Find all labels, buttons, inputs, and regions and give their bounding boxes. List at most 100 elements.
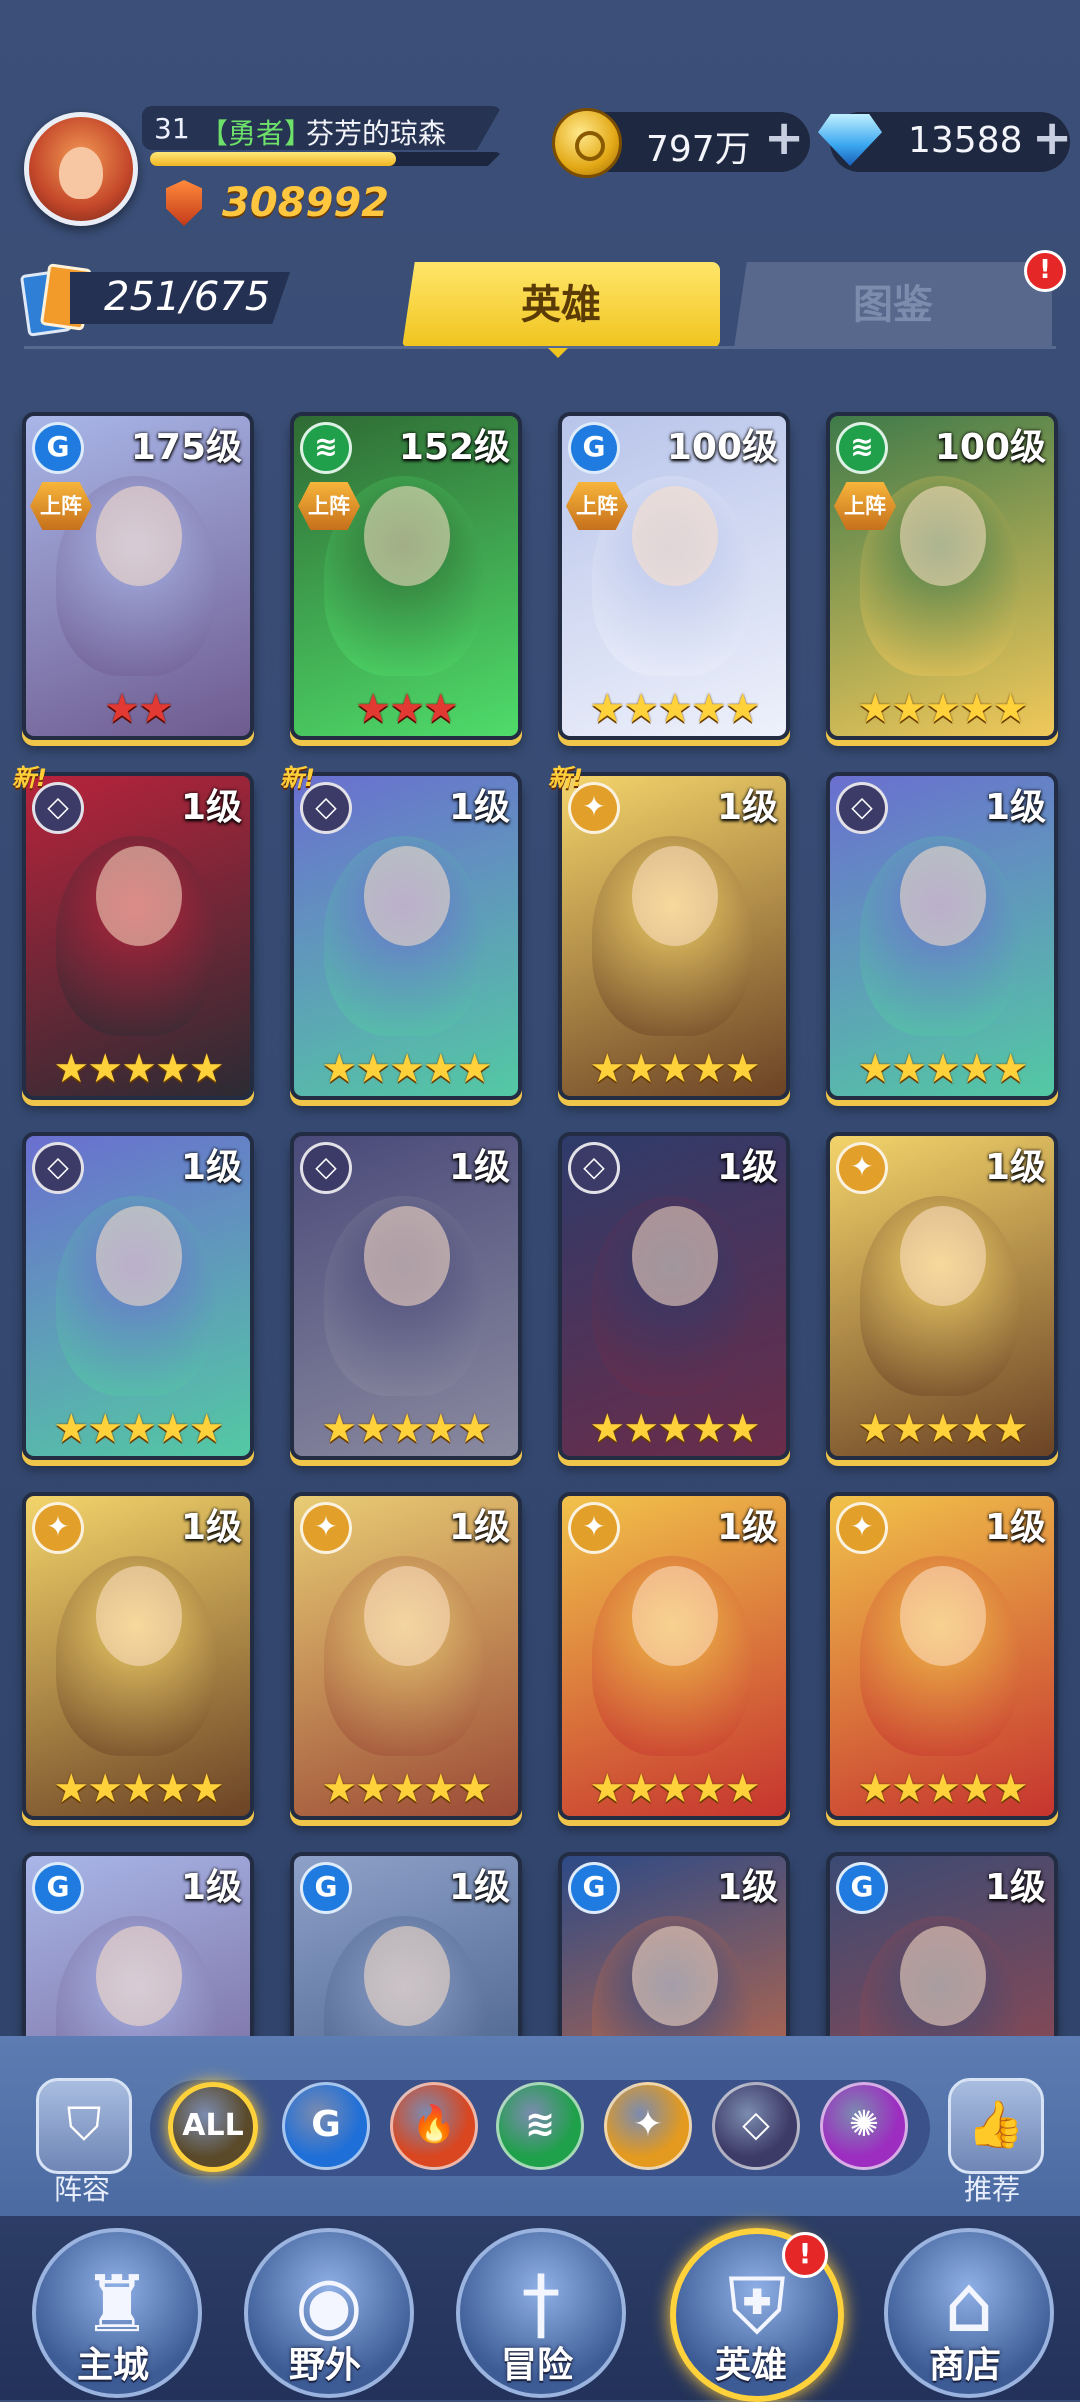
add-gems-button[interactable]: +	[1032, 114, 1072, 162]
tab-heroes[interactable]: 英雄	[402, 262, 720, 348]
hero-card[interactable]: ✦ 1级 ★★★★★	[826, 1132, 1058, 1460]
hero-card[interactable]: G 175级 上阵 ★★	[22, 412, 254, 740]
hero-card[interactable]: G 1级	[290, 1852, 522, 2036]
hero-card[interactable]: ≋ 152级 上阵 ★★★	[290, 412, 522, 740]
hero-card[interactable]: ◇ 1级 ★★★★★	[22, 772, 254, 1100]
hero-card[interactable]: ✦ 1级 ★★★★★	[558, 772, 790, 1100]
hero-card[interactable]: ◇ 1级 ★★★★★	[290, 1132, 522, 1460]
nav-label: 主城	[76, 2345, 149, 2386]
hero-face	[900, 486, 986, 586]
hero-level: 1级	[180, 787, 242, 828]
filter-wind-button[interactable]: ≋	[496, 2082, 584, 2170]
water-faction-icon: G	[568, 422, 620, 474]
hero-stars: ★★★★★	[857, 1766, 1028, 1812]
tab-codex[interactable]: 图鉴	[734, 262, 1052, 348]
dark-faction-icon: ◇	[568, 1142, 620, 1194]
hero-stars: ★★★★★	[589, 1046, 760, 1092]
hero-level: 1级	[448, 1867, 510, 1908]
add-gold-button[interactable]: +	[764, 114, 804, 162]
light-faction-icon: ✦	[300, 1502, 352, 1554]
hero-stars: ★★★★★	[589, 1766, 760, 1812]
player-name: 芬芳的琼森	[306, 117, 447, 150]
lineup-button[interactable]: ⛉	[36, 2078, 132, 2174]
player-avatar[interactable]	[24, 112, 138, 226]
player-level: 31	[154, 112, 190, 145]
hero-stars: ★★★★★	[589, 1406, 760, 1452]
recommend-button[interactable]: 👍	[948, 2078, 1044, 2174]
hero-card[interactable]: ◇ 1级 ★★★★★	[290, 772, 522, 1100]
light-faction-icon: ✦	[32, 1502, 84, 1554]
water-faction-icon: G	[300, 1862, 352, 1914]
hero-face	[364, 846, 450, 946]
gem-value: 13588	[908, 120, 1023, 161]
hero-card[interactable]: ◇ 1级 ★★★★★	[22, 1132, 254, 1460]
hero-face	[364, 1206, 450, 1306]
hero-face	[632, 486, 718, 586]
dark-faction-icon: ◇	[32, 1142, 84, 1194]
xp-bar-fill	[150, 152, 397, 166]
hero-card[interactable]: ✦ 1级 ★★★★★	[826, 1492, 1058, 1820]
avatar-face	[59, 147, 103, 199]
hero-level: 1级	[716, 1507, 778, 1548]
hero-card[interactable]: G 1级	[22, 1852, 254, 2036]
hero-card[interactable]: G 100级 上阵 ★★★★★	[558, 412, 790, 740]
hero-stars: ★★★★★	[321, 1766, 492, 1812]
hero-level: 1级	[448, 1507, 510, 1548]
hero-stars: ★★★★★	[857, 686, 1028, 732]
hero-stars: ★★★★★	[589, 686, 760, 732]
hero-card[interactable]: G 1级	[558, 1852, 790, 2036]
combat-power-value: 308992	[222, 180, 389, 226]
hero-card[interactable]: ✦ 1级 ★★★★★	[22, 1492, 254, 1820]
hero-stars: ★★★★★	[321, 1046, 492, 1092]
water-faction-icon: G	[32, 1862, 84, 1914]
water-faction-icon: G	[568, 1862, 620, 1914]
hero-level: 1级	[984, 1147, 1046, 1188]
thumbs-up-icon: 👍	[967, 2097, 1025, 2151]
deployed-badge: 上阵	[298, 482, 360, 530]
hero-face	[96, 846, 182, 946]
hero-face	[96, 1926, 182, 2026]
hero-level: 1级	[180, 1147, 242, 1188]
hero-card[interactable]: ◇ 1级 ★★★★★	[826, 772, 1058, 1100]
hero-stars: ★★★★★	[857, 1406, 1028, 1452]
hero-level: 1级	[180, 1867, 242, 1908]
hero-face	[364, 1566, 450, 1666]
hero-face	[632, 1926, 718, 2026]
codex-alert-badge: !	[1024, 250, 1066, 292]
filter-dark-button[interactable]: ◇	[712, 2082, 800, 2170]
filter-light-button[interactable]: ✦	[604, 2082, 692, 2170]
hero-card[interactable]: G 1级	[826, 1852, 1058, 2036]
player-title: 【勇者】	[200, 117, 313, 150]
hero-level: 1级	[716, 1147, 778, 1188]
hero-stars: ★★★★★	[53, 1766, 224, 1812]
hero-card[interactable]: ✦ 1级 ★★★★★	[558, 1492, 790, 1820]
new-hero-tag: 新!	[280, 764, 315, 792]
filter-all-button[interactable]: ALL	[168, 2082, 258, 2172]
hero-card[interactable]: ✦ 1级 ★★★★★	[290, 1492, 522, 1820]
hero-stars: ★★★	[355, 686, 459, 732]
light-faction-icon: ✦	[568, 1502, 620, 1554]
nav-label: 野外	[288, 2345, 361, 2386]
nav-label: 商店	[928, 2345, 1001, 2386]
wind-faction-icon: ≋	[300, 422, 352, 474]
hero-stars: ★★	[104, 686, 174, 732]
dark-faction-icon: ◇	[300, 1142, 352, 1194]
hero-card[interactable]: ≋ 100级 上阵 ★★★★★	[826, 412, 1058, 740]
hero-level: 1级	[716, 787, 778, 828]
tab-divider	[24, 346, 1056, 349]
nav-label: 冒险	[500, 2345, 573, 2386]
filter-fire-button[interactable]: 🔥	[390, 2082, 478, 2170]
hero-card[interactable]: ◇ 1级 ★★★★★	[558, 1132, 790, 1460]
hero-face	[96, 486, 182, 586]
filter-arcane-button[interactable]: ✺	[820, 2082, 908, 2170]
wind-faction-icon: ≋	[836, 422, 888, 474]
light-faction-icon: ✦	[836, 1502, 888, 1554]
lineup-label: 阵容	[54, 2173, 111, 2206]
recommend-label: 推荐	[964, 2173, 1021, 2206]
hero-level: 100级	[666, 427, 778, 468]
hero-stars: ★★★★★	[857, 1046, 1028, 1092]
hero-level: 152级	[398, 427, 510, 468]
filter-water-button[interactable]: G	[282, 2082, 370, 2170]
deployed-badge: 上阵	[834, 482, 896, 530]
hero-level: 1级	[448, 1147, 510, 1188]
